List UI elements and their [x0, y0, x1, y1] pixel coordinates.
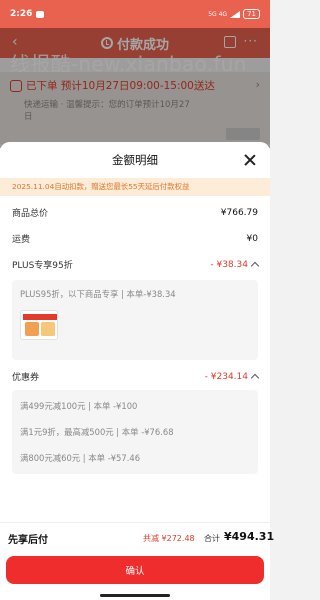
confirm-button[interactable]: 确认	[6, 556, 264, 584]
pay-later-notice: 2025.11.04自动扣款，赠送您最长55天延后付款权益	[0, 178, 270, 196]
coupon-label: 优惠券	[12, 373, 40, 383]
coupon-item: 满499元减100元 | 本单 -¥100	[20, 401, 138, 411]
battery-icon: 71	[243, 9, 260, 19]
status-bar: 2:26 5G 4G 71	[0, 0, 270, 28]
total-saved: 共减 ¥272.48	[143, 534, 195, 543]
dim-overlay[interactable]	[0, 28, 270, 148]
status-icons: 5G 4G 71	[208, 9, 260, 19]
sheet-title: 金额明细	[112, 153, 158, 167]
thumb-item-b	[41, 322, 55, 336]
total-label: 合计	[204, 534, 220, 543]
chevron-up-icon[interactable]	[250, 373, 260, 383]
home-indicator[interactable]	[100, 594, 170, 597]
network-label: 5G 4G	[208, 10, 228, 18]
plus-discount-label: PLUS专享95折	[12, 261, 73, 271]
signal-icon	[230, 10, 241, 18]
shipping-label: 运费	[12, 235, 31, 245]
chevron-up-icon[interactable]	[250, 261, 260, 271]
coupon-detail-card: 满499元减100元 | 本单 -¥100 满1元9折，最高减500元 | 本单…	[12, 390, 258, 474]
coupon-item: 满1元9折，最高减500元 | 本单 -¥76.68	[20, 427, 174, 437]
chat-icon	[36, 10, 45, 18]
shipping-value: ¥0	[246, 233, 258, 244]
sheet-header: 金额明细	[0, 142, 270, 178]
pay-later-label: 先享后付	[8, 535, 48, 546]
coupon-row[interactable]: 优惠券 - ¥234.14	[12, 370, 260, 383]
close-icon[interactable]	[244, 154, 256, 166]
product-thumbnail[interactable]	[20, 310, 58, 340]
plus-detail-text: PLUS95折，以下商品专享 | 本单-¥38.34	[20, 289, 176, 299]
goods-total-row: 商品总价 ¥766.79	[12, 206, 258, 220]
plus-detail-card: PLUS95折，以下商品专享 | 本单-¥38.34	[12, 280, 258, 360]
thumb-item-a	[25, 322, 39, 336]
coupon-item: 满800元减60元 | 本单 -¥57.46	[20, 453, 141, 463]
goods-total-value: ¥766.79	[220, 207, 258, 218]
thumb-banner	[23, 314, 57, 320]
coupon-value: - ¥234.14	[204, 371, 248, 382]
plus-discount-value: - ¥38.34	[210, 259, 248, 270]
plus-discount-row[interactable]: PLUS专享95折 - ¥38.34	[12, 258, 260, 271]
checkout-footer: 先享后付 共减 ¥272.48 合计 ¥494.31 确认	[0, 522, 274, 600]
status-time: 2:26	[10, 9, 33, 19]
goods-total-label: 商品总价	[12, 209, 49, 219]
shipping-row: 运费 ¥0	[12, 232, 258, 246]
total-amount: ¥494.31	[224, 530, 275, 543]
